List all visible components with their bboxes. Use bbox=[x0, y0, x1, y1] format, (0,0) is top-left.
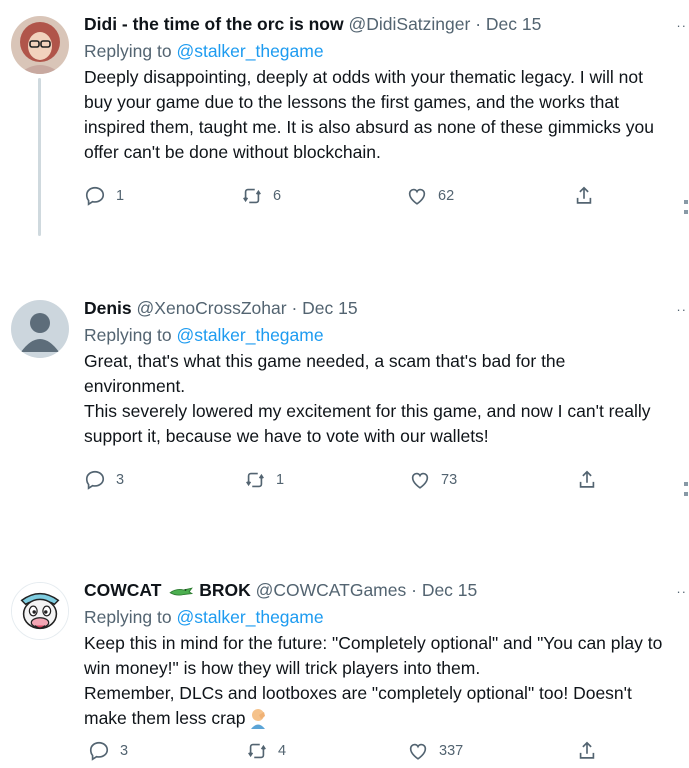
tweet-header: COWCAT BROK @COWCATGames · Dec 15 bbox=[84, 578, 689, 602]
separator: · bbox=[411, 580, 417, 600]
crocodile-emoji bbox=[169, 587, 194, 596]
reply-count: 3 bbox=[120, 743, 129, 759]
retweet-icon bbox=[243, 188, 261, 204]
avatar[interactable] bbox=[11, 582, 69, 640]
tweet-content: Didi - the time of the orc is now @DidiS… bbox=[84, 12, 689, 165]
share-button[interactable] bbox=[576, 469, 598, 491]
reply-button[interactable]: 3 bbox=[88, 740, 128, 762]
reply-icon bbox=[85, 186, 105, 206]
replying-to: Replying to @stalker_thegame bbox=[84, 39, 689, 63]
tweet-text-content: Keep this in mind for the future: "Compl… bbox=[84, 633, 663, 728]
more-options-icon[interactable]: ·· bbox=[676, 18, 687, 33]
like-button[interactable]: 337 bbox=[407, 740, 463, 762]
tweet-header: Denis @XenoCrossZohar · Dec 15 bbox=[84, 296, 689, 320]
user-handle[interactable]: @COWCATGames bbox=[256, 580, 407, 600]
tweet-didi[interactable]: Didi - the time of the orc is now @DidiS… bbox=[0, 12, 689, 237]
display-name-part1[interactable]: COWCAT bbox=[84, 580, 161, 600]
display-name[interactable]: Didi - the time of the orc is now bbox=[84, 14, 344, 34]
reply-icon bbox=[89, 741, 109, 761]
avatar[interactable] bbox=[11, 16, 69, 74]
share-button[interactable] bbox=[576, 740, 598, 762]
tweet-content: Denis @XenoCrossZohar · Dec 15 Replying … bbox=[84, 296, 689, 449]
replying-to: Replying to @stalker_thegame bbox=[84, 605, 689, 629]
user-handle[interactable]: @XenoCrossZohar bbox=[137, 298, 287, 318]
tweet-text: Deeply disappointing, deeply at odds wit… bbox=[84, 67, 655, 162]
tweet-header: Didi - the time of the orc is now @DidiS… bbox=[84, 12, 689, 36]
like-count: 337 bbox=[439, 743, 464, 759]
more-options-icon[interactable]: ·· bbox=[676, 584, 687, 599]
action-bar: 3 4 337 bbox=[84, 740, 604, 764]
like-button[interactable]: 62 bbox=[406, 185, 454, 207]
like-count: 73 bbox=[441, 472, 458, 488]
share-icon bbox=[576, 186, 592, 204]
scroll-marks bbox=[684, 200, 688, 220]
heart-icon bbox=[411, 472, 429, 489]
user-handle[interactable]: @DidiSatzinger bbox=[348, 14, 470, 34]
thread-line bbox=[38, 78, 41, 236]
scroll-marks bbox=[684, 482, 688, 502]
retweet-count: 1 bbox=[276, 472, 285, 488]
tweet-text: Keep this in mind for the future: "Compl… bbox=[84, 631, 689, 731]
share-button[interactable] bbox=[573, 185, 595, 207]
retweet-button[interactable]: 6 bbox=[241, 185, 281, 207]
tweet-date[interactable]: Dec 15 bbox=[422, 580, 477, 600]
action-bar: 3 1 73 bbox=[84, 469, 604, 493]
retweet-count: 6 bbox=[273, 188, 282, 204]
more-options-icon[interactable]: ·· bbox=[676, 302, 687, 317]
retweet-count: 4 bbox=[278, 743, 287, 759]
reply-button[interactable]: 1 bbox=[84, 185, 124, 207]
replying-to: Replying to @stalker_thegame bbox=[84, 323, 689, 347]
retweet-button[interactable]: 1 bbox=[244, 469, 284, 491]
tweet-date[interactable]: Dec 15 bbox=[302, 298, 357, 318]
replying-prefix: Replying to bbox=[84, 607, 172, 627]
replying-handle-link[interactable]: @stalker_thegame bbox=[176, 41, 323, 61]
retweet-button[interactable]: 4 bbox=[246, 740, 286, 762]
retweet-icon bbox=[248, 743, 266, 759]
separator: · bbox=[291, 298, 298, 318]
replying-handle-link[interactable]: @stalker_thegame bbox=[176, 607, 323, 627]
heart-icon bbox=[409, 743, 427, 760]
tweet-content: COWCAT BROK @COWCATGames · Dec 15 Replyi… bbox=[84, 578, 689, 731]
tweet-denis[interactable]: Denis @XenoCrossZohar · Dec 15 Replying … bbox=[0, 296, 689, 506]
facepalm-emoji bbox=[251, 709, 266, 729]
share-icon bbox=[579, 470, 595, 488]
display-name-part2[interactable]: BROK bbox=[199, 580, 251, 600]
replying-handle-link[interactable]: @stalker_thegame bbox=[176, 325, 323, 345]
reply-count: 3 bbox=[116, 472, 125, 488]
like-count: 62 bbox=[438, 188, 455, 204]
heart-icon bbox=[408, 188, 426, 205]
replying-prefix: Replying to bbox=[84, 41, 172, 61]
separator: · bbox=[475, 14, 482, 34]
reply-icon bbox=[85, 470, 105, 490]
share-icon bbox=[579, 741, 595, 759]
retweet-icon bbox=[246, 472, 264, 488]
like-button[interactable]: 73 bbox=[409, 469, 457, 491]
tweet-cowcat[interactable]: COWCAT BROK @COWCATGames · Dec 15 Replyi… bbox=[0, 578, 689, 768]
action-bar: 1 6 62 bbox=[84, 185, 604, 209]
reply-button[interactable]: 3 bbox=[84, 469, 124, 491]
replying-prefix: Replying to bbox=[84, 325, 172, 345]
tweet-date[interactable]: Dec 15 bbox=[486, 14, 541, 34]
avatar[interactable] bbox=[11, 300, 69, 358]
display-name[interactable]: Denis bbox=[84, 298, 132, 318]
reply-count: 1 bbox=[116, 188, 125, 204]
tweet-text: Great, that's what this game needed, a s… bbox=[84, 351, 651, 446]
